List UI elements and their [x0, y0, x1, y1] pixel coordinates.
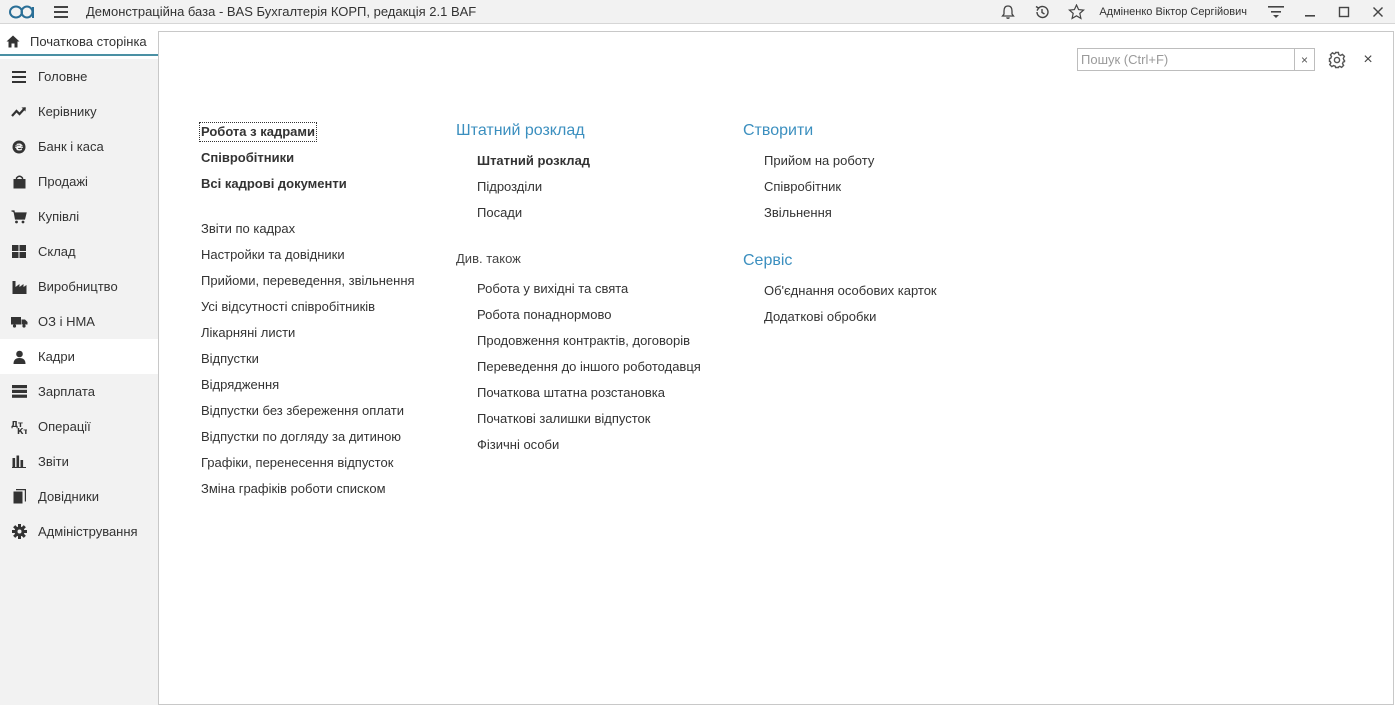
title-bar: Демонстраційна база - BAS Бухгалтерія КО…: [0, 0, 1395, 24]
search-input[interactable]: [1078, 49, 1294, 70]
sidebar-item-label: Довідники: [38, 489, 99, 504]
sidebar-item-catalogs[interactable]: Довідники: [0, 479, 158, 514]
panel-settings-gear-icon[interactable]: [1325, 49, 1349, 71]
link-all-absences[interactable]: Усі відсутності співробітників: [201, 299, 375, 315]
cart-icon: [0, 209, 38, 224]
current-user-name[interactable]: Адміненко Віктор Сергійович: [1099, 6, 1247, 18]
minimize-icon[interactable]: [1293, 0, 1327, 24]
warehouse-grid-icon: [0, 245, 38, 258]
sidebar-item-salary[interactable]: Зарплата: [0, 374, 158, 409]
link-unpaid-vacations[interactable]: Відпустки без збереження оплати: [201, 403, 404, 419]
link-create-dismissal[interactable]: Звільнення: [764, 205, 832, 221]
sidebar-item-purchases[interactable]: Купівлі: [0, 199, 158, 234]
dt-kt-icon: Дт Кт: [0, 419, 38, 434]
person-icon: [0, 350, 38, 364]
shopping-bag-icon: [0, 175, 38, 189]
window-close-icon[interactable]: [1361, 0, 1395, 24]
link-settings-catalogs[interactable]: Настройки та довідники: [201, 247, 345, 263]
sidebar-item-operations[interactable]: Дт Кт Операції: [0, 409, 158, 444]
sidebar-item-bank[interactable]: ₴ Банк і каса: [0, 129, 158, 164]
link-departments[interactable]: Підрозділи: [477, 179, 542, 195]
sidebar-item-production[interactable]: Виробництво: [0, 269, 158, 304]
money-icon: [0, 385, 38, 398]
sidebar-item-administration[interactable]: Адміністрування: [0, 514, 158, 549]
bar-chart-icon: [0, 455, 38, 468]
sidebar-item-label: Звіти: [38, 454, 69, 469]
sidebar-item-label: Адміністрування: [38, 524, 138, 539]
trend-icon: [0, 106, 38, 118]
link-initial-staffing[interactable]: Початкова штатна розстановка: [477, 385, 665, 401]
sidebar-item-label: Виробництво: [38, 279, 118, 294]
truck-icon: [0, 316, 38, 328]
link-additional-processing[interactable]: Додаткові обробки: [764, 309, 876, 325]
link-overtime[interactable]: Робота понаднормово: [477, 307, 611, 323]
link-contract-extension[interactable]: Продовження контрактів, договорів: [477, 333, 690, 349]
sidebar-item-label: Продажі: [38, 174, 88, 189]
home-page-tab[interactable]: Початкова сторінка: [0, 28, 158, 56]
link-weekend-work[interactable]: Робота у вихідні та свята: [477, 281, 628, 297]
link-employees[interactable]: Співробітники: [201, 150, 294, 166]
link-vacations[interactable]: Відпустки: [201, 351, 259, 367]
link-merge-personal-cards[interactable]: Об'єднання особових карток: [764, 283, 937, 299]
sidebar-item-label: Кадри: [38, 349, 75, 364]
panel-close-button[interactable]: ×: [1357, 49, 1379, 71]
link-transfer-employer[interactable]: Переведення до іншого роботодавця: [477, 359, 701, 375]
sidebar-item-label: Купівлі: [38, 209, 80, 224]
sidebar-item-fixed-assets[interactable]: ОЗ і НМА: [0, 304, 158, 339]
link-business-trips[interactable]: Відрядження: [201, 377, 279, 393]
main-menu-icon[interactable]: [50, 0, 72, 24]
link-initial-vacation-balances[interactable]: Початкові залишки відпусток: [477, 411, 650, 427]
svg-text:₴: ₴: [15, 142, 24, 153]
section-title-service: Сервіс: [743, 252, 793, 269]
history-icon[interactable]: [1025, 0, 1059, 24]
hr-section-panel: × × Робота з кадрами Співробітники Всі к…: [158, 31, 1394, 705]
settings-menu-icon[interactable]: [1259, 0, 1293, 24]
search-box: ×: [1077, 48, 1315, 71]
sidebar-item-label: Склад: [38, 244, 76, 259]
app-title: Демонстраційна база - BAS Бухгалтерія КО…: [86, 4, 477, 19]
sidebar-item-label: Операції: [38, 419, 91, 434]
search-clear-button[interactable]: ×: [1294, 49, 1314, 70]
section-title-create: Створити: [743, 122, 814, 139]
link-childcare-leave[interactable]: Відпустки по догляду за дитиною: [201, 429, 401, 445]
sidebar-item-hr[interactable]: Кадри: [0, 339, 158, 374]
link-hires-transfers-dismissals[interactable]: Прийоми, переведення, звільнення: [201, 273, 415, 289]
link-work-schedule-change[interactable]: Зміна графіків роботи списком: [201, 481, 386, 497]
link-hr-work[interactable]: Робота з кадрами: [199, 122, 317, 142]
link-positions[interactable]: Посади: [477, 205, 522, 221]
books-icon: [0, 489, 38, 504]
gear-icon: [0, 524, 38, 539]
link-hr-reports[interactable]: Звіти по кадрах: [201, 221, 295, 237]
sidebar-item-label: Керівнику: [38, 104, 97, 119]
home-icon: [0, 35, 26, 48]
link-all-hr-documents[interactable]: Всі кадрові документи: [201, 176, 347, 192]
favorites-star-icon[interactable]: [1059, 0, 1093, 24]
sidebar-item-main[interactable]: Головне: [0, 59, 158, 94]
factory-icon: [0, 280, 38, 294]
link-vacation-schedules[interactable]: Графіки, перенесення відпусток: [201, 455, 393, 471]
sidebar-item-sales[interactable]: Продажі: [0, 164, 158, 199]
see-also-label: Див. також: [456, 251, 521, 266]
link-sick-leaves[interactable]: Лікарняні листи: [201, 325, 295, 341]
svg-text:Кт: Кт: [17, 427, 27, 434]
sidebar-item-reports[interactable]: Звіти: [0, 444, 158, 479]
sidebar-item-label: Банк і каса: [38, 139, 104, 154]
link-staffing-table[interactable]: Штатний розклад: [477, 153, 590, 169]
maximize-icon[interactable]: [1327, 0, 1361, 24]
link-individuals[interactable]: Фізичні особи: [477, 437, 559, 453]
link-create-hiring[interactable]: Прийом на роботу: [764, 153, 874, 169]
menu-lines-icon: [0, 70, 38, 83]
notifications-bell-icon[interactable]: [991, 0, 1025, 24]
sidebar-item-label: Зарплата: [38, 384, 95, 399]
sidebar-item-label: ОЗ і НМА: [38, 314, 95, 329]
sidebar-item-label: Головне: [38, 69, 88, 84]
app-logo-icon: [8, 0, 38, 24]
coin-icon: ₴: [0, 140, 38, 154]
link-create-employee[interactable]: Співробітник: [764, 179, 841, 195]
sidebar-item-manager[interactable]: Керівнику: [0, 94, 158, 129]
home-page-tab-label: Початкова сторінка: [30, 33, 147, 49]
sections-sidebar: Головне Керівнику ₴ Банк і каса Продажі …: [0, 59, 158, 705]
sidebar-item-warehouse[interactable]: Склад: [0, 234, 158, 269]
section-title-staffing: Штатний розклад: [456, 122, 585, 139]
